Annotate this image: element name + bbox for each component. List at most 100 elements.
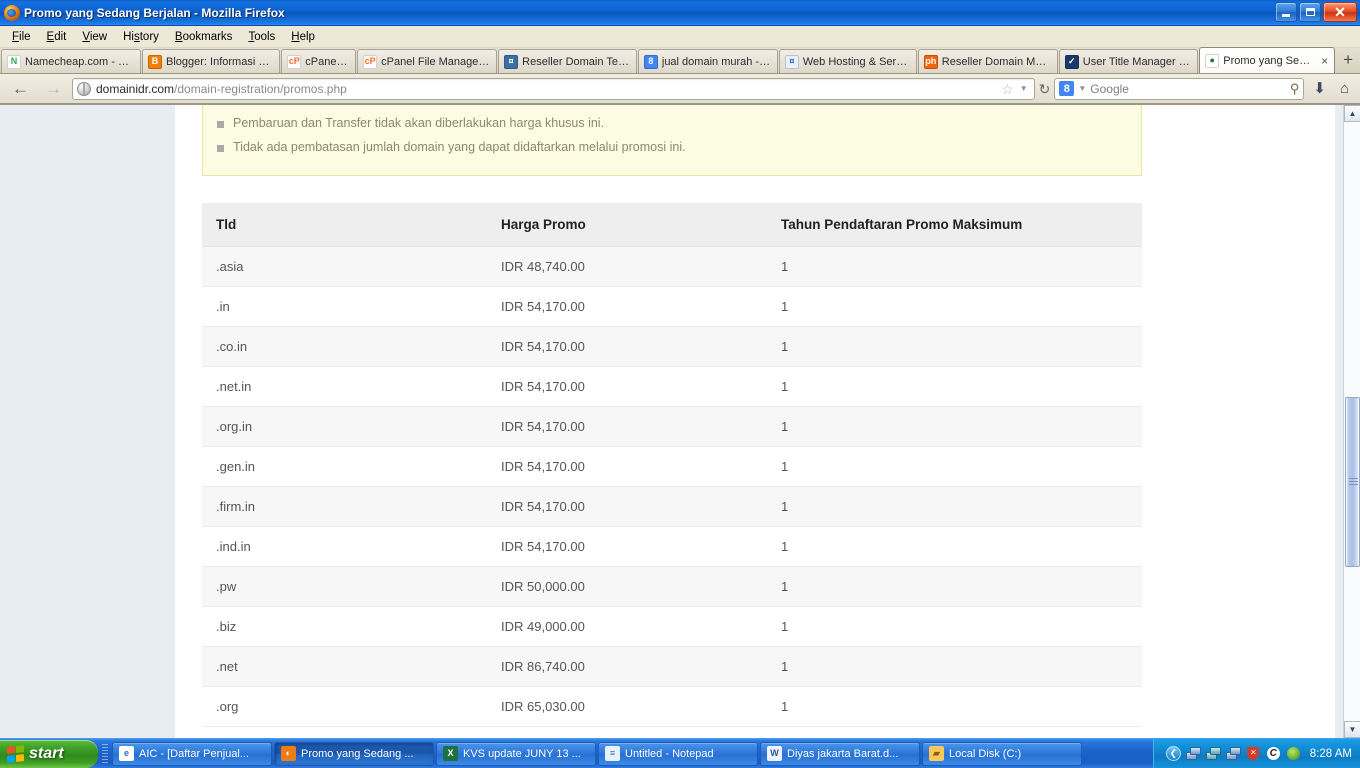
column-header-tld: Tld <box>202 203 487 247</box>
square-bullet-icon <box>217 121 224 128</box>
scroll-up-button[interactable]: ▲ <box>1344 105 1360 122</box>
ie-icon: e <box>119 746 134 761</box>
back-button[interactable]: ← <box>6 80 35 97</box>
new-tab-button[interactable]: + <box>1336 51 1360 70</box>
table-row: .biz IDR 49,000.00 1 <box>202 606 1142 647</box>
table-header-row: Tld Harga Promo Tahun Pendaftaran Promo … <box>202 203 1142 247</box>
reload-icon[interactable]: ↻ <box>1039 82 1051 96</box>
scrollbar-grip-icon <box>1349 478 1358 486</box>
browser-tab[interactable]: N Namecheap.com - M... <box>1 49 141 73</box>
column-header-years: Tahun Pendaftaran Promo Maksimum <box>767 203 1142 247</box>
tray-expand-icon[interactable]: ❮ <box>1165 746 1181 761</box>
security-alert-icon[interactable]: ✕ <box>1246 747 1261 761</box>
taskbar-button-label: Untitled - Notepad <box>625 747 714 760</box>
cell-tld: .net.in <box>202 366 487 407</box>
cell-tld: .firm.in <box>202 486 487 527</box>
site-identity-icon <box>77 81 91 96</box>
forward-button[interactable]: → <box>39 80 68 97</box>
cell-years: 1 <box>767 286 1142 327</box>
firefox-icon: ◐ <box>281 746 296 761</box>
scroll-down-button[interactable]: ▼ <box>1344 721 1360 738</box>
table-row: .asia IDR 48,740.00 1 <box>202 246 1142 287</box>
browser-tab[interactable]: ✓ User Title Manager -... <box>1058 49 1199 73</box>
window-controls: ✕ <box>1275 2 1357 22</box>
cell-tld: .org <box>202 686 487 727</box>
table-row: .net.in IDR 54,170.00 1 <box>202 366 1142 407</box>
menu-history[interactable]: History <box>115 28 167 46</box>
network-disconnected-icon[interactable] <box>1205 747 1221 761</box>
taskbar-clock[interactable]: 8:28 AM <box>1310 748 1352 760</box>
taskbar-button[interactable]: ≡ Untitled - Notepad <box>598 741 758 766</box>
taskbar-button[interactable]: X KVS update JUNY 13 ... <box>436 741 596 766</box>
url-domain: domainidr.com <box>96 81 175 96</box>
update-icon[interactable] <box>1286 747 1301 761</box>
browser-tab[interactable]: ph Reseller Domain Mur... <box>917 49 1058 73</box>
taskbar-button[interactable]: e AIC - [Daftar Penjual... <box>112 741 272 766</box>
cell-price: IDR 54,170.00 <box>487 486 767 527</box>
downloads-icon[interactable]: ⬇ <box>1308 81 1331 96</box>
search-engine-chevron-icon[interactable]: ▼ <box>1078 84 1086 93</box>
table-row: .gen.in IDR 54,170.00 1 <box>202 446 1142 487</box>
content-column: Pembaruan dan Transfer tidak akan diberl… <box>175 105 1335 738</box>
page-scrollbar[interactable]: ▲ ▼ <box>1343 105 1360 738</box>
cell-years: 1 <box>767 366 1142 407</box>
tab-label: Namecheap.com - M... <box>25 55 134 68</box>
bookmark-star-icon[interactable]: ☆ <box>1001 82 1014 96</box>
tab-label: Reseller Domain Mur... <box>941 55 1051 68</box>
browser-tab[interactable]: 8 jual domain murah - ... <box>637 49 778 73</box>
promo-notice-box: Pembaruan dan Transfer tidak akan diberl… <box>202 105 1142 176</box>
taskbar-buttons: e AIC - [Daftar Penjual... ◐ Promo yang Sed… <box>112 741 1153 766</box>
menu-tools[interactable]: Tools <box>240 28 283 46</box>
cell-tld: .in <box>202 286 487 327</box>
antivirus-icon[interactable]: C <box>1266 747 1281 761</box>
cell-price: IDR 54,170.00 <box>487 406 767 447</box>
browser-tab[interactable]: cP cPanel X <box>281 49 357 73</box>
menu-view[interactable]: View <box>74 28 115 46</box>
cell-tld: .gen.in <box>202 446 487 487</box>
browser-tab[interactable]: cP cPanel File Manager... <box>357 49 498 73</box>
browser-tab[interactable]: ¤ Web Hosting & Serv... <box>778 49 917 73</box>
tab-close-icon[interactable]: × <box>1321 55 1328 67</box>
start-button-label: start <box>29 744 64 762</box>
search-icon[interactable]: ⚲ <box>1290 81 1300 97</box>
minimize-button[interactable] <box>1275 2 1297 22</box>
search-bar[interactable]: 8 ▼ Google ⚲ <box>1054 77 1305 100</box>
taskbar-divider <box>102 743 108 764</box>
maximize-button[interactable] <box>1299 2 1321 22</box>
cell-years: 1 <box>767 646 1142 687</box>
start-button[interactable]: start <box>0 739 98 768</box>
taskbar-button[interactable]: ▰ Local Disk (C:) <box>922 741 1082 766</box>
taskbar-button-label: AIC - [Daftar Penjual... <box>139 747 250 760</box>
browser-tab[interactable]: ● Promo yang Sed... × <box>1199 47 1336 73</box>
blogger-icon: B <box>148 54 162 69</box>
browser-tab[interactable]: ¤ Reseller Domain Ter... <box>498 49 637 73</box>
taskbar-button[interactable]: ◐ Promo yang Sedang ... <box>274 741 434 766</box>
cell-years: 1 <box>767 486 1142 527</box>
menu-file[interactable]: File <box>4 28 39 46</box>
network-icon[interactable] <box>1185 747 1201 761</box>
scrollbar-thumb[interactable] <box>1345 397 1360 567</box>
windows-logo-icon <box>7 744 24 763</box>
network-icon[interactable] <box>1225 747 1241 761</box>
chevron-down-icon[interactable]: ▼ <box>1020 84 1028 93</box>
close-button[interactable]: ✕ <box>1323 2 1357 22</box>
address-bar[interactable]: domainidr.com/domain-registration/promos… <box>72 77 1035 100</box>
google-icon[interactable]: 8 <box>1059 81 1075 96</box>
cell-tld: .org.in <box>202 406 487 447</box>
cell-price: IDR 54,170.00 <box>487 326 767 367</box>
cell-years: 1 <box>767 246 1142 287</box>
menu-bookmarks[interactable]: Bookmarks <box>167 28 241 46</box>
cell-years: 1 <box>767 406 1142 447</box>
tab-label: cPanel File Manager... <box>381 55 491 68</box>
window-title: Promo yang Sedang Berjalan - Mozilla Fir… <box>24 5 285 20</box>
table-row: .in IDR 54,170.00 1 <box>202 286 1142 327</box>
menu-edit[interactable]: Edit <box>39 28 75 46</box>
cell-price: IDR 54,170.00 <box>487 366 767 407</box>
home-icon[interactable]: ⌂ <box>1335 81 1354 96</box>
notice-text: Tidak ada pembatasan jumlah domain yang … <box>233 140 686 154</box>
search-input[interactable]: Google <box>1090 82 1129 96</box>
taskbar-button[interactable]: W Diyas jakarta Barat.d... <box>760 741 920 766</box>
browser-viewport: Pembaruan dan Transfer tidak akan diberl… <box>0 104 1360 738</box>
menu-help[interactable]: Help <box>283 28 323 46</box>
browser-tab[interactable]: B Blogger: Informasi d... <box>142 49 281 73</box>
